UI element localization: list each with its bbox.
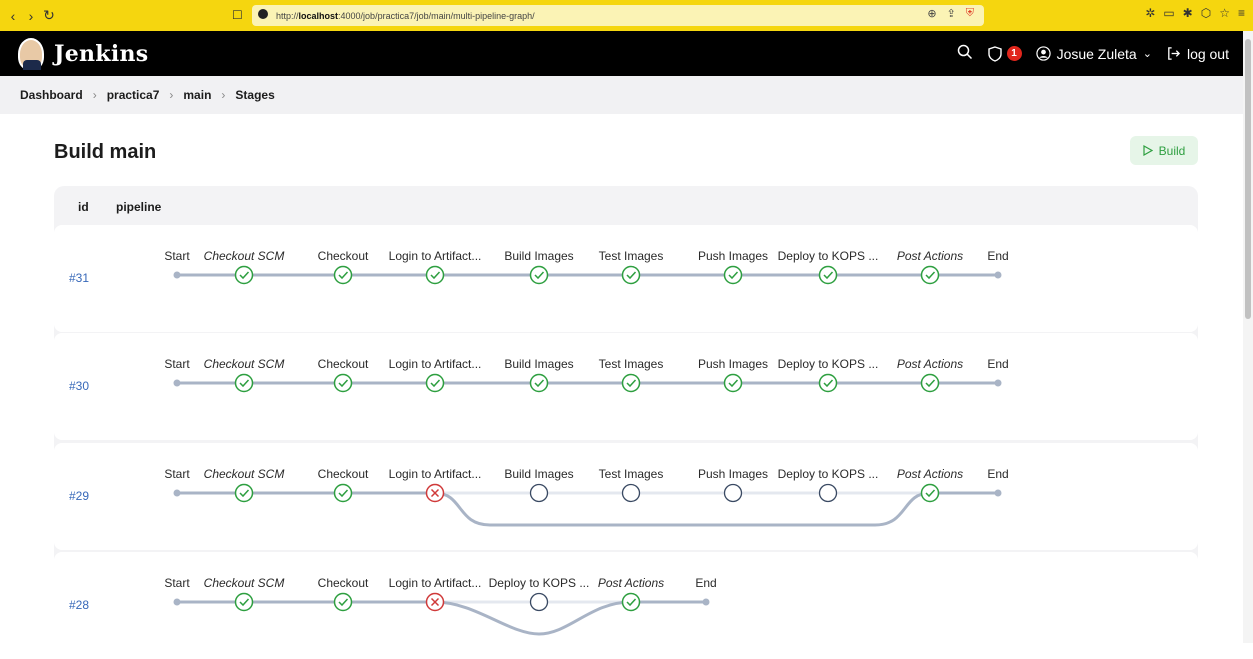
- column-header-id: id: [78, 200, 89, 214]
- success-icon: [818, 265, 838, 285]
- not-built-icon: [723, 483, 743, 503]
- back-icon[interactable]: ‹: [4, 8, 22, 24]
- success-icon: [333, 265, 353, 285]
- app-header: Jenkins 1 Josue Zuleta ⌄ log out: [0, 31, 1243, 76]
- start-node: [173, 598, 181, 606]
- end-node: [994, 379, 1002, 387]
- address-bar-actions: ⊕ ⇪ ⛨: [927, 7, 974, 20]
- scrollbar-thumb[interactable]: [1245, 39, 1251, 319]
- success-icon: [529, 373, 549, 393]
- success-icon: [234, 265, 254, 285]
- bookmark-icon[interactable]: ☐: [232, 8, 243, 22]
- share-icon[interactable]: ⇪: [947, 7, 956, 20]
- breadcrumb-separator-icon: ›: [221, 88, 226, 102]
- success-icon: [621, 592, 641, 612]
- start-node: [173, 271, 181, 279]
- jenkins-butler-icon: [18, 37, 44, 70]
- success-icon: [425, 265, 445, 285]
- browser-toolbar: ‹ › ↻ ☐ http://localhost:4000/job/practi…: [0, 0, 1253, 31]
- run-row: #29 Start Checkout SCM Checkout Login to Art…: [54, 443, 1198, 550]
- success-icon: [920, 265, 940, 285]
- success-icon: [818, 373, 838, 393]
- security-badge: 1: [1006, 46, 1022, 61]
- wallet-icon[interactable]: ⬡: [1201, 6, 1211, 20]
- failed-icon: [425, 483, 445, 503]
- chevron-down-icon: ⌄: [1142, 48, 1152, 60]
- user-menu[interactable]: Josue Zuleta ⌄: [1035, 45, 1152, 62]
- page-title: Build main: [54, 141, 157, 163]
- success-icon: [723, 265, 743, 285]
- logout-icon: [1168, 47, 1181, 60]
- forward-icon[interactable]: ›: [22, 8, 40, 24]
- play-icon: [1143, 145, 1153, 156]
- table-header: id pipeline: [54, 186, 1198, 226]
- reload-icon[interactable]: ↻: [40, 7, 58, 24]
- skip-edge: [434, 491, 931, 527]
- run-row: #31 Start Checkout SCM Checkout Login to Art…: [54, 225, 1198, 332]
- app-title: Jenkins: [54, 40, 149, 67]
- breadcrumb-item-job[interactable]: practica7: [107, 88, 160, 102]
- success-icon: [723, 373, 743, 393]
- breadcrumb-separator-icon: ›: [92, 88, 97, 102]
- extensions-bar: ✲ ▭ ✱ ⬡ ☆ ≡: [1145, 6, 1245, 20]
- success-icon: [621, 373, 641, 393]
- brave-shield-icon[interactable]: ⛨: [966, 7, 974, 20]
- breadcrumb-item-branch[interactable]: main: [183, 88, 211, 102]
- column-header-pipeline: pipeline: [116, 200, 162, 214]
- puzzle-icon[interactable]: ✱: [1183, 6, 1193, 20]
- page-scrollbar[interactable]: [1243, 31, 1253, 643]
- success-icon: [920, 483, 940, 503]
- security-button[interactable]: 1: [987, 45, 1022, 62]
- end-node: [702, 598, 710, 606]
- sidebar-icon[interactable]: ▭: [1163, 6, 1174, 20]
- not-built-icon: [621, 483, 641, 503]
- logout-link[interactable]: log out: [1166, 46, 1229, 62]
- menu-icon[interactable]: ≡: [1238, 6, 1245, 20]
- runs-table: id pipeline #31 Start Checkout SCM Checkout…: [54, 186, 1198, 659]
- not-built-icon: [529, 592, 549, 612]
- run-row: #30 Start Checkout SCM Checkout Login to Art…: [54, 333, 1198, 440]
- breadcrumb: Dashboard › practica7 › main › Stages: [0, 76, 1243, 114]
- failed-icon: [425, 592, 445, 612]
- success-icon: [234, 483, 254, 503]
- success-icon: [425, 373, 445, 393]
- pipeline-graph: [173, 483, 1002, 527]
- search-icon[interactable]: [957, 44, 973, 63]
- breadcrumb-item-stages[interactable]: Stages: [235, 88, 274, 102]
- logout-label: log out: [1186, 45, 1229, 62]
- success-icon: [529, 265, 549, 285]
- header-actions: 1 Josue Zuleta ⌄ log out: [957, 31, 1229, 76]
- start-node: [173, 489, 181, 497]
- site-info-icon[interactable]: [258, 9, 268, 19]
- breadcrumb-separator-icon: ›: [169, 88, 174, 102]
- url-text: http://localhost:4000/job/practica7/job/…: [276, 10, 535, 21]
- build-label: Build: [1158, 143, 1186, 158]
- pipeline-graph: [173, 265, 1002, 285]
- success-icon: [234, 373, 254, 393]
- rewards-icon[interactable]: ☆: [1219, 6, 1230, 20]
- not-built-icon: [818, 483, 838, 503]
- success-icon: [920, 373, 940, 393]
- jenkins-logo[interactable]: Jenkins: [18, 37, 149, 70]
- build-button[interactable]: Build: [1130, 136, 1198, 165]
- success-icon: [333, 592, 353, 612]
- user-name: Josue Zuleta: [1056, 45, 1137, 62]
- success-icon: [333, 373, 353, 393]
- pipeline-graph: [173, 373, 1002, 393]
- end-node: [994, 271, 1002, 279]
- shield-icon: [987, 45, 1002, 62]
- success-icon: [621, 265, 641, 285]
- start-node: [173, 379, 181, 387]
- user-icon: [1035, 46, 1051, 61]
- extension-icon[interactable]: ✲: [1145, 6, 1155, 20]
- not-built-icon: [529, 483, 549, 503]
- success-icon: [234, 592, 254, 612]
- end-node: [994, 489, 1002, 497]
- success-icon: [333, 483, 353, 503]
- address-bar[interactable]: ☐ http://localhost:4000/job/practica7/jo…: [232, 5, 984, 26]
- breadcrumb-item-dashboard[interactable]: Dashboard: [20, 88, 83, 102]
- zoom-icon[interactable]: ⊕: [927, 7, 936, 20]
